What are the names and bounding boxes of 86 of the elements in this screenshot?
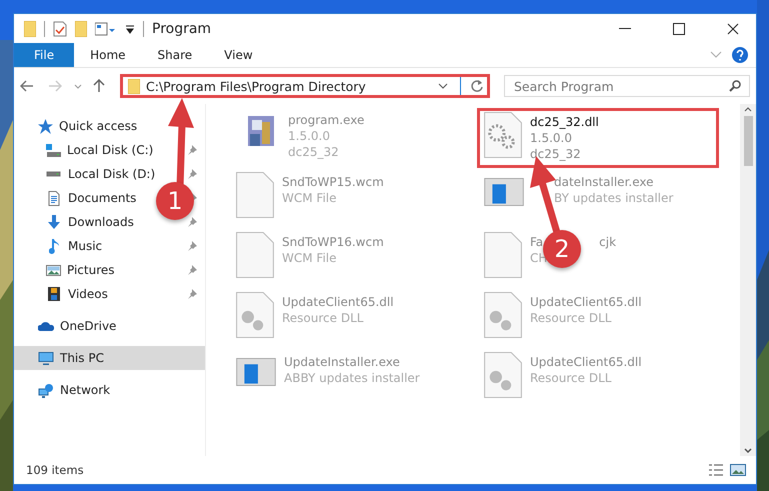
cloud-icon (38, 322, 54, 330)
details-view-icon[interactable] (708, 463, 724, 477)
sidebar-item[interactable]: Videos (46, 287, 108, 301)
download-icon (47, 215, 61, 229)
file-detail: 1.5.0.0 (530, 130, 573, 146)
file-name: SndToWP15.wcm (282, 174, 384, 190)
drive-icon (46, 144, 61, 156)
star-icon (38, 118, 53, 134)
file-detail: Resource DLL (282, 310, 364, 326)
address-bar[interactable]: C:\Program Files\Program Directory (120, 74, 490, 98)
dll-file-icon (484, 292, 522, 338)
file-name: dateInstaller.exe (554, 174, 654, 190)
file-name: UpdateClient65.dll (530, 294, 642, 310)
document-icon (48, 190, 60, 206)
file-detail: BY updates installer (554, 190, 674, 206)
scroll-thumb[interactable] (744, 116, 752, 166)
blank-file-icon (484, 232, 522, 278)
sidebar-item[interactable]: Quick access (14, 114, 205, 138)
scroll-up-icon[interactable] (744, 107, 752, 112)
search-icon (729, 80, 741, 92)
properties-icon[interactable] (53, 20, 67, 36)
file-detail: Resource DLL (530, 310, 612, 326)
application-icon (248, 116, 274, 146)
blank-file-icon (236, 232, 274, 278)
back-icon[interactable] (20, 79, 34, 93)
file-detail: 1.5.0.0 (288, 128, 331, 144)
minimize-icon (619, 28, 631, 29)
item-count: 109 items (26, 463, 85, 477)
file-name: SndToWP16.wcm (282, 234, 384, 250)
help-icon[interactable] (732, 47, 748, 63)
folder-icon (128, 78, 140, 94)
scroll-down-icon[interactable] (744, 448, 752, 453)
view-menu-icon[interactable] (95, 20, 117, 36)
file-name: cjk (599, 234, 616, 250)
recent-locations-icon[interactable] (74, 84, 82, 88)
file-menu-tab[interactable]: File (14, 43, 74, 67)
music-note-icon (49, 238, 59, 254)
sidebar-item[interactable]: This PC (14, 346, 205, 370)
drive-icon (46, 171, 61, 177)
file-detail: dc25_32 (288, 144, 340, 160)
pin-icon (187, 289, 197, 299)
blank-file-icon (236, 172, 274, 218)
pictures-icon (46, 264, 61, 276)
pin-icon (187, 169, 197, 179)
search-field[interactable]: Search Program (504, 75, 750, 97)
close-icon (727, 22, 739, 34)
file-name: program.exe (288, 112, 364, 128)
gear-file-icon (484, 112, 522, 158)
file-detail: ABBY updates installer (284, 370, 420, 386)
sidebar-item[interactable]: Music (46, 238, 102, 254)
large-icons-view-icon[interactable] (730, 463, 746, 477)
file-name: UpdateClient65.dll (530, 354, 642, 370)
window-title: Program (152, 20, 212, 36)
file-name: UpdateInstaller.exe (284, 354, 400, 370)
maximize-icon (673, 22, 685, 34)
file-detail: Resource DLL (530, 370, 612, 386)
network-icon (38, 382, 54, 398)
customize-toolbar-icon[interactable] (125, 24, 135, 34)
sidebar-item[interactable]: Downloads (46, 215, 134, 229)
pin-icon (187, 145, 197, 155)
installer-icon (484, 178, 524, 206)
sidebar-item[interactable]: Network (14, 378, 205, 402)
file-name: Fa (530, 234, 544, 250)
dll-file-icon (236, 292, 274, 338)
refresh-icon[interactable] (470, 79, 484, 93)
sidebar-item[interactable]: Pictures (46, 263, 115, 277)
film-icon (48, 287, 60, 301)
sidebar-item[interactable]: Documents (46, 190, 136, 206)
installer-icon (236, 358, 276, 386)
monitor-icon (38, 352, 54, 364)
sidebar-item[interactable]: Local Disk (D:) (46, 167, 156, 181)
pin-icon (187, 241, 197, 251)
file-detail: WCM File (282, 190, 338, 206)
file-name: UpdateClient65.dll (282, 294, 394, 310)
expand-ribbon-icon[interactable] (710, 51, 722, 59)
dropdown-caret-icon[interactable] (438, 83, 448, 89)
file-name: dc25_32.dll (530, 114, 599, 130)
pin-icon (187, 217, 197, 227)
sidebar-item[interactable]: OneDrive (14, 314, 205, 338)
dll-file-icon (484, 352, 522, 398)
scrollbar[interactable] (740, 104, 756, 456)
pin-icon (187, 265, 197, 275)
up-icon[interactable] (92, 79, 106, 93)
sidebar-item[interactable]: Local Disk (C:) (46, 143, 154, 157)
file-detail: dc25_32 (530, 146, 582, 162)
file-detail: WCM File (282, 250, 338, 266)
